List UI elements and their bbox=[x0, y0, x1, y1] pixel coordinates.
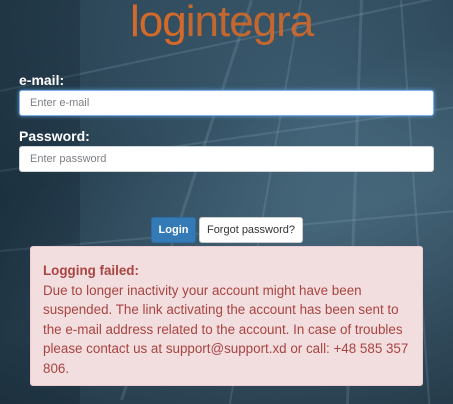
email-label: e-mail: bbox=[19, 72, 65, 88]
login-button[interactable]: Login bbox=[151, 217, 196, 243]
logo-part-integra: integra bbox=[185, 0, 315, 46]
login-error-alert: Logging failed: Due to longer inactivity… bbox=[30, 246, 423, 386]
forgot-password-button[interactable]: Forgot password? bbox=[199, 217, 303, 243]
logintegra-logo: logintegra bbox=[130, 0, 315, 46]
alert-message: Due to longer inactivity your account mi… bbox=[43, 282, 409, 376]
logo-part-log: log bbox=[130, 0, 187, 46]
alert-title: Logging failed: bbox=[43, 263, 139, 278]
password-field[interactable] bbox=[19, 146, 434, 172]
email-field[interactable] bbox=[19, 90, 434, 116]
password-label: Password: bbox=[19, 128, 90, 144]
